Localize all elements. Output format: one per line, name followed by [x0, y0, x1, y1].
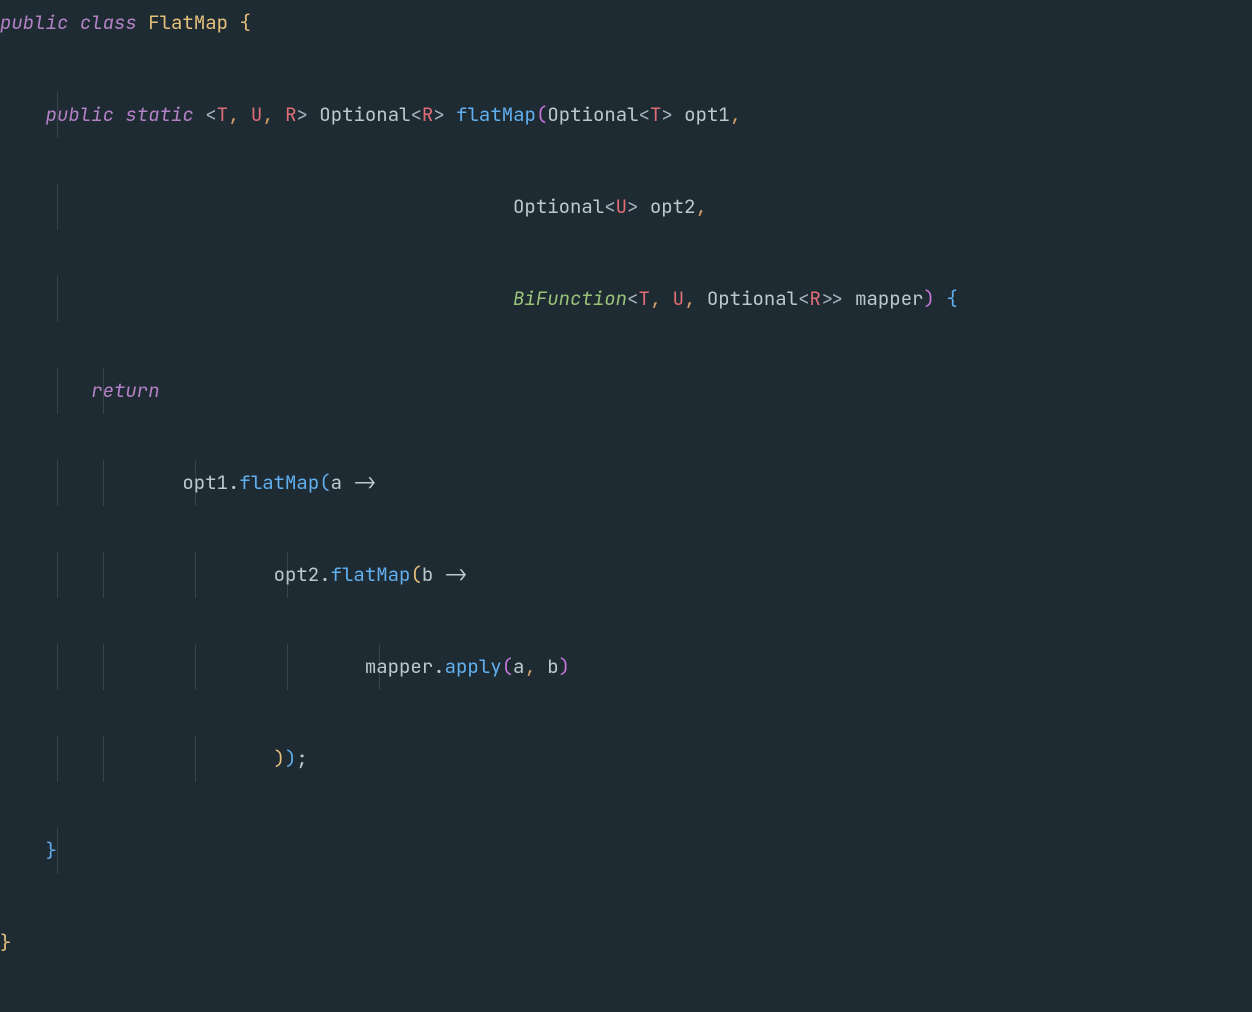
- code-line: opt2.flatMap(b ->: [0, 552, 1252, 598]
- brace: {: [239, 10, 250, 35]
- comma: ,: [524, 654, 535, 679]
- code-line: BiFunction<T, U, Optional<R>> mapper) {: [0, 276, 1252, 322]
- paren: (: [536, 102, 547, 127]
- semicolon: ;: [296, 746, 307, 771]
- brace: }: [46, 838, 57, 863]
- generic-U: U: [251, 102, 262, 127]
- method-name: flatMap: [456, 102, 536, 127]
- generic-T: T: [217, 102, 228, 127]
- code-line: }: [0, 920, 1252, 966]
- comma: ,: [228, 102, 239, 127]
- paren: (: [319, 470, 330, 495]
- brace: {: [946, 286, 957, 311]
- code-line: return: [0, 368, 1252, 414]
- brace: }: [0, 930, 11, 955]
- code-line: opt1.flatMap(a ->: [0, 460, 1252, 506]
- code-line: ));: [0, 736, 1252, 782]
- keyword-return: return: [91, 378, 159, 403]
- paren: ): [924, 286, 935, 311]
- angle-bracket: >: [296, 102, 307, 127]
- type: Optional: [547, 102, 638, 127]
- type: Optional: [513, 194, 604, 219]
- identifier: mapper: [365, 654, 433, 679]
- arg: b: [547, 654, 558, 679]
- paren: ): [285, 746, 296, 771]
- generic-R: R: [285, 102, 296, 127]
- lambda-arg: a: [331, 470, 342, 495]
- identifier: opt2: [274, 562, 320, 587]
- keyword: static: [125, 102, 193, 127]
- param-name: opt2: [650, 194, 696, 219]
- method-call: flatMap: [331, 562, 411, 587]
- code-line: public static <T, U, R> Optional<R> flat…: [0, 92, 1252, 138]
- arg: a: [513, 654, 524, 679]
- param-name: mapper: [855, 286, 923, 311]
- code-line: }: [0, 828, 1252, 874]
- code-line: public class FlatMap {: [0, 0, 1252, 46]
- code-editor[interactable]: public class FlatMap { public static <T,…: [0, 0, 1252, 1012]
- arrow: ->: [353, 470, 376, 495]
- type: BiFunction: [513, 286, 627, 311]
- method-call: flatMap: [239, 470, 319, 495]
- code-line: Optional<U> opt2,: [0, 184, 1252, 230]
- paren: (: [502, 654, 513, 679]
- keyword-class: class: [80, 10, 137, 35]
- keyword: public: [46, 102, 114, 127]
- keyword-public: public: [0, 10, 68, 35]
- angle-bracket: <: [205, 102, 216, 127]
- method-call: apply: [445, 654, 502, 679]
- comma: ,: [695, 194, 706, 219]
- class-name: FlatMap: [148, 10, 228, 35]
- paren: ): [559, 654, 570, 679]
- paren: ): [274, 746, 285, 771]
- identifier: opt1: [182, 470, 228, 495]
- code-line: mapper.apply(a, b): [0, 644, 1252, 690]
- type: Optional: [319, 102, 410, 127]
- comma: ,: [262, 102, 273, 127]
- arrow: ->: [445, 562, 468, 587]
- param-name: opt1: [684, 102, 730, 127]
- paren: (: [410, 562, 421, 587]
- lambda-arg: b: [422, 562, 433, 587]
- comma: ,: [730, 102, 741, 127]
